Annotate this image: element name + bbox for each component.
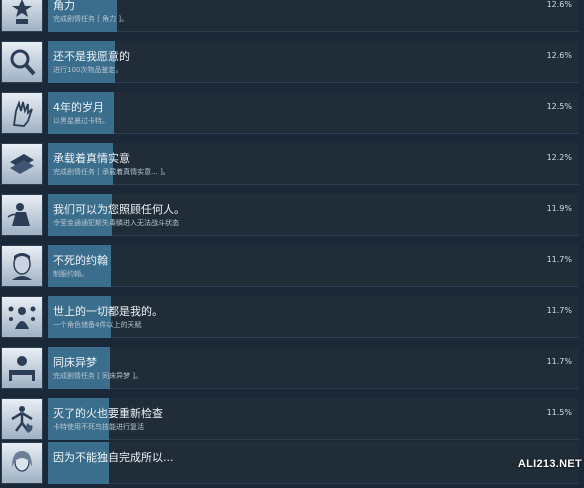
achievement-row[interactable]: 承载着真情实意 完成剧情任务 [ 承载着真情实意... ]。 12.2% bbox=[0, 143, 584, 189]
achievement-desc: 一个角色储备4件以上的天赋 bbox=[53, 321, 142, 329]
star-stand-icon bbox=[1, 0, 43, 32]
achievement-row[interactable]: 不死的约翰 制服约翰。 11.7% bbox=[0, 245, 584, 291]
achievement-percent: 11.7% bbox=[546, 306, 572, 315]
achievement-desc: 令莹金通通犯斯失毒鳞进入无法战斗状态 bbox=[53, 219, 179, 227]
achievement-bar: 因为不能独自完成所以... bbox=[48, 442, 579, 484]
achievement-title: 4年的岁月 bbox=[53, 101, 104, 114]
achievement-row[interactable]: 灭了的火也要重新检查 卡特使用不死鸟技能进行复活 11.5% bbox=[0, 398, 584, 444]
achievement-desc: 完成剧情任务 [ 角力 ]。 bbox=[53, 15, 129, 23]
portrait-girl-icon bbox=[1, 442, 43, 484]
achievement-percent: 12.6% bbox=[546, 0, 572, 9]
letters-icon bbox=[1, 143, 43, 185]
achievement-title: 我们可以为您照顾任何人。 bbox=[53, 203, 185, 216]
achievement-title: 角力 bbox=[53, 0, 75, 12]
achievement-bar: 角力 完成剧情任务 [ 角力 ]。 12.6% bbox=[48, 0, 579, 32]
achievement-row[interactable]: 世上的一切都是我的。 一个角色储备4件以上的天赋 11.7% bbox=[0, 296, 584, 342]
bed-moon-icon bbox=[1, 347, 43, 389]
achievement-desc: 完成剧情任务 [ 承载着真情实意... ]。 bbox=[53, 168, 170, 176]
achievement-bar: 承载着真情实意 完成剧情任务 [ 承载着真情实意... ]。 12.2% bbox=[48, 143, 579, 185]
achievement-percent: 12.5% bbox=[546, 102, 572, 111]
achievement-percent: 12.6% bbox=[546, 51, 572, 60]
achievement-desc: 完成剧情任务 [ 同床异梦 ]。 bbox=[53, 372, 143, 380]
achievement-row[interactable]: 角力 完成剧情任务 [ 角力 ]。 12.6% bbox=[0, 0, 584, 36]
achievement-row[interactable]: 同床异梦 完成剧情任务 [ 同床异梦 ]。 11.7% bbox=[0, 347, 584, 393]
achievement-percent: 11.7% bbox=[546, 255, 572, 264]
achievement-title: 同床异梦 bbox=[53, 356, 97, 369]
lady-icon bbox=[1, 194, 43, 236]
achievement-row[interactable]: 还不是我愿意的 进行100次物品鉴定。 12.6% bbox=[0, 41, 584, 87]
achievement-bar: 不死的约翰 制服约翰。 11.7% bbox=[48, 245, 579, 287]
achievement-bar: 还不是我愿意的 进行100次物品鉴定。 12.6% bbox=[48, 41, 579, 83]
achievement-bar: 同床异梦 完成剧情任务 [ 同床异梦 ]。 11.7% bbox=[48, 347, 579, 389]
flame-figure-icon bbox=[1, 398, 43, 440]
hand-icon bbox=[1, 92, 43, 134]
achievement-title: 灭了的火也要重新检查 bbox=[53, 407, 163, 420]
achievement-title: 承载着真情实意 bbox=[53, 152, 130, 165]
achievement-bar: 灭了的火也要重新检查 卡特使用不死鸟技能进行复活 11.5% bbox=[48, 398, 579, 440]
achievement-bar: 世上的一切都是我的。 一个角色储备4件以上的天赋 11.7% bbox=[48, 296, 579, 338]
achievement-percent: 11.9% bbox=[546, 204, 572, 213]
achievement-title: 因为不能独自完成所以... bbox=[53, 451, 174, 464]
achievement-bar: 我们可以为您照顾任何人。 令莹金通通犯斯失毒鳞进入无法战斗状态 11.9% bbox=[48, 194, 579, 236]
achievement-desc: 进行100次物品鉴定。 bbox=[53, 66, 123, 74]
achievement-desc: 以黑星晨过卡特。 bbox=[53, 117, 109, 125]
achievement-title: 世上的一切都是我的。 bbox=[53, 305, 163, 318]
achievement-title: 还不是我愿意的 bbox=[53, 50, 130, 63]
achievement-percent: 11.7% bbox=[546, 357, 572, 366]
achievement-desc: 卡特使用不死鸟技能进行复活 bbox=[53, 423, 144, 431]
achievement-bar: 4年的岁月 以黑星晨过卡特。 12.5% bbox=[48, 92, 579, 134]
achievement-desc: 制服约翰。 bbox=[53, 270, 88, 278]
watermark: ALI213.NET bbox=[517, 458, 582, 470]
achievement-percent: 12.2% bbox=[546, 153, 572, 162]
magnifier-icon bbox=[1, 41, 43, 83]
achievement-row[interactable]: 4年的岁月 以黑星晨过卡特。 12.5% bbox=[0, 92, 584, 138]
achievement-percent: 11.5% bbox=[546, 408, 572, 417]
achievement-row[interactable]: 我们可以为您照顾任何人。 令莹金通通犯斯失毒鳞进入无法战斗状态 11.9% bbox=[0, 194, 584, 240]
figure-orbs-icon bbox=[1, 296, 43, 338]
achievement-title: 不死的约翰 bbox=[53, 254, 108, 267]
portrait-icon bbox=[1, 245, 43, 287]
achievement-row[interactable]: 因为不能独自完成所以... bbox=[0, 442, 584, 488]
